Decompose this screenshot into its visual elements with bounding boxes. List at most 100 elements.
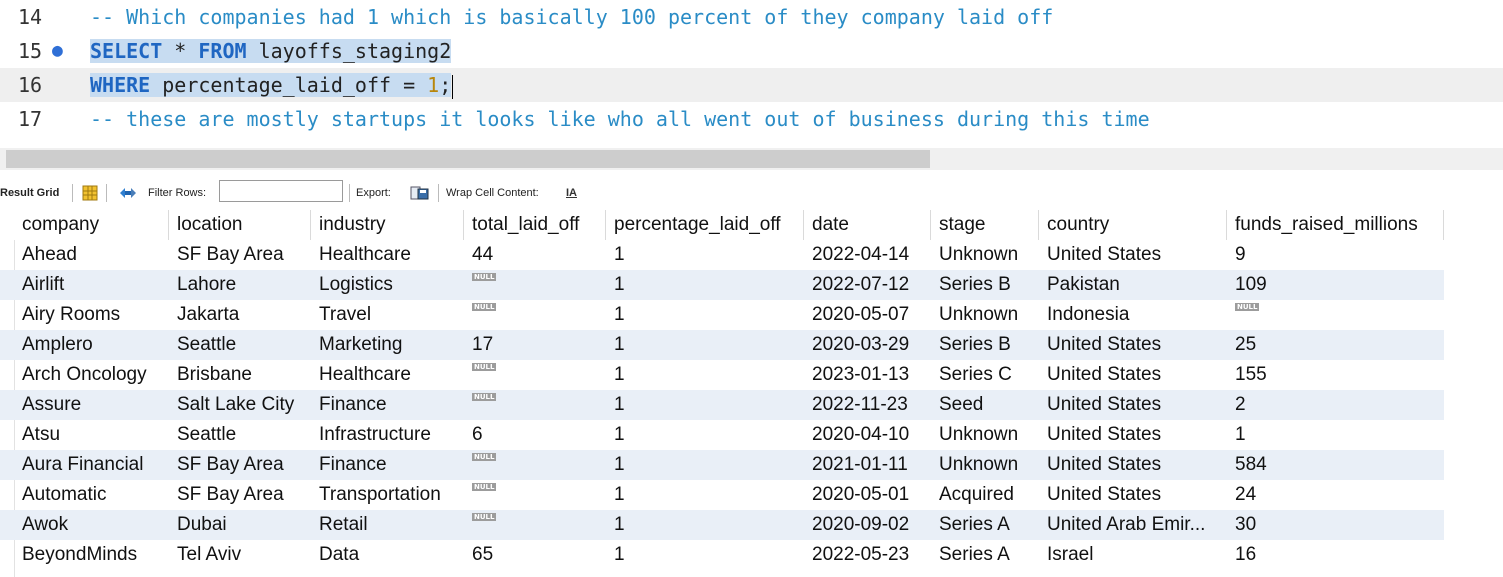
- cell-date[interactable]: 2020-09-02: [804, 510, 931, 540]
- table-row[interactable]: Airy Rooms Jakarta Travel NULL 1 2020-05-07 Un…: [0, 300, 1444, 330]
- cell-stage[interactable]: Series C: [931, 360, 1039, 390]
- selected-code[interactable]: -- these are mostly startups it looks li…: [90, 107, 1150, 131]
- cell-stage[interactable]: Series A: [931, 510, 1039, 540]
- cell-date[interactable]: 2020-03-29: [804, 330, 931, 360]
- cell-date[interactable]: 2022-04-14: [804, 240, 931, 270]
- cell-total-laid-off[interactable]: 65: [464, 540, 606, 570]
- cell-company[interactable]: Assure: [14, 390, 169, 420]
- cell-country[interactable]: United States: [1039, 420, 1227, 450]
- cell-stage[interactable]: Unknown: [931, 300, 1039, 330]
- cell-date[interactable]: 2020-05-01: [804, 480, 931, 510]
- column-header-funds-raised-millions[interactable]: funds_raised_millions: [1227, 210, 1444, 240]
- cell-industry[interactable]: Retail: [311, 510, 464, 540]
- cell-location[interactable]: Salt Lake City: [169, 390, 311, 420]
- table-row[interactable]: Ahead SF Bay Area Healthcare 44 1 2022-04-14 U…: [0, 240, 1444, 270]
- cell-total-laid-off[interactable]: 6: [464, 420, 606, 450]
- cell-funds-raised-millions[interactable]: 24: [1227, 480, 1444, 510]
- cell-industry[interactable]: Finance: [311, 390, 464, 420]
- table-row[interactable]: Atsu Seattle Infrastructure 6 1 2020-04-10 Unk…: [0, 420, 1444, 450]
- column-header-company[interactable]: company: [14, 210, 169, 240]
- cell-total-laid-off[interactable]: NULL: [464, 480, 606, 510]
- cell-date[interactable]: 2021-01-11: [804, 450, 931, 480]
- cell-percentage-laid-off[interactable]: 1: [606, 330, 804, 360]
- table-row[interactable]: Awok Dubai Retail NULL 1 2020-09-02 Series A Un…: [0, 510, 1444, 540]
- cell-funds-raised-millions[interactable]: 1: [1227, 420, 1444, 450]
- cell-company[interactable]: Automatic: [14, 480, 169, 510]
- selected-code[interactable]: WHERE percentage_laid_off = 1;: [90, 73, 452, 97]
- cell-country[interactable]: United Arab Emir...: [1039, 510, 1227, 540]
- cell-percentage-laid-off[interactable]: 1: [606, 270, 804, 300]
- cell-percentage-laid-off[interactable]: 1: [606, 450, 804, 480]
- cell-total-laid-off[interactable]: NULL: [464, 510, 606, 540]
- cell-location[interactable]: SF Bay Area: [169, 480, 311, 510]
- cell-funds-raised-millions[interactable]: 25: [1227, 330, 1444, 360]
- cell-funds-raised-millions[interactable]: 2: [1227, 390, 1444, 420]
- export-icon[interactable]: [410, 185, 430, 201]
- code-line-16[interactable]: WHERE percentage_laid_off = 1;: [90, 68, 454, 102]
- column-header-industry[interactable]: industry: [311, 210, 464, 240]
- selected-code[interactable]: -- Which companies had 1 which is basica…: [90, 5, 1053, 29]
- cell-stage[interactable]: Unknown: [931, 420, 1039, 450]
- cell-funds-raised-millions[interactable]: 30: [1227, 510, 1444, 540]
- cell-date[interactable]: 2022-11-23: [804, 390, 931, 420]
- cell-date[interactable]: 2020-05-07: [804, 300, 931, 330]
- cell-stage[interactable]: Acquired: [931, 480, 1039, 510]
- cell-location[interactable]: SF Bay Area: [169, 450, 311, 480]
- result-grid[interactable]: company location industry total_laid_off per…: [0, 210, 1503, 577]
- table-row[interactable]: Automatic SF Bay Area Transportation NULL 1 2…: [0, 480, 1444, 510]
- cell-percentage-laid-off[interactable]: 1: [606, 360, 804, 390]
- column-header-country[interactable]: country: [1039, 210, 1227, 240]
- column-header-date[interactable]: date: [804, 210, 931, 240]
- editor-line-16[interactable]: 16 WHERE percentage_laid_off = 1;: [0, 68, 1503, 102]
- cell-company[interactable]: Atsu: [14, 420, 169, 450]
- table-row[interactable]: Amplero Seattle Marketing 17 1 2020-03-29 Seri…: [0, 330, 1444, 360]
- cell-industry[interactable]: Data: [311, 540, 464, 570]
- cell-stage[interactable]: Series B: [931, 330, 1039, 360]
- cell-location[interactable]: Tel Aviv: [169, 540, 311, 570]
- cell-country[interactable]: Israel: [1039, 540, 1227, 570]
- cell-funds-raised-millions[interactable]: 109: [1227, 270, 1444, 300]
- cell-stage[interactable]: Unknown: [931, 450, 1039, 480]
- sql-editor[interactable]: 14 -- Which companies had 1 which is bas…: [0, 0, 1503, 148]
- column-header-percentage-laid-off[interactable]: percentage_laid_off: [606, 210, 804, 240]
- cell-percentage-laid-off[interactable]: 1: [606, 300, 804, 330]
- cell-industry[interactable]: Marketing: [311, 330, 464, 360]
- code-line-17[interactable]: -- these are mostly startups it looks li…: [90, 102, 1150, 136]
- cell-total-laid-off[interactable]: NULL: [464, 360, 606, 390]
- scrollbar-thumb[interactable]: [6, 150, 930, 168]
- filter-rows-input[interactable]: [219, 180, 343, 202]
- cell-location[interactable]: Brisbane: [169, 360, 311, 390]
- cell-company[interactable]: Ahead: [14, 240, 169, 270]
- editor-line-17[interactable]: 17 -- these are mostly startups it looks…: [0, 102, 1503, 136]
- cell-location[interactable]: Dubai: [169, 510, 311, 540]
- cell-country[interactable]: United States: [1039, 330, 1227, 360]
- cell-industry[interactable]: Healthcare: [311, 240, 464, 270]
- cell-total-laid-off[interactable]: NULL: [464, 300, 606, 330]
- cell-total-laid-off[interactable]: 44: [464, 240, 606, 270]
- cell-industry[interactable]: Transportation: [311, 480, 464, 510]
- cell-country[interactable]: Indonesia: [1039, 300, 1227, 330]
- cell-country[interactable]: United States: [1039, 450, 1227, 480]
- cell-industry[interactable]: Infrastructure: [311, 420, 464, 450]
- table-row[interactable]: Aura Financial SF Bay Area Finance NULL 1 202…: [0, 450, 1444, 480]
- cell-stage[interactable]: Seed: [931, 390, 1039, 420]
- cell-funds-raised-millions[interactable]: 16: [1227, 540, 1444, 570]
- cell-industry[interactable]: Travel: [311, 300, 464, 330]
- cell-date[interactable]: 2023-01-13: [804, 360, 931, 390]
- cell-industry[interactable]: Healthcare: [311, 360, 464, 390]
- wrap-cell-icon[interactable]: IA: [566, 178, 577, 208]
- editor-horizontal-scrollbar[interactable]: [0, 148, 1503, 170]
- cell-percentage-laid-off[interactable]: 1: [606, 240, 804, 270]
- table-row[interactable]: Airlift Lahore Logistics NULL 1 2022-07-12 Ser…: [0, 270, 1444, 300]
- column-header-stage[interactable]: stage: [931, 210, 1039, 240]
- cell-location[interactable]: Seattle: [169, 330, 311, 360]
- column-header-location[interactable]: location: [169, 210, 311, 240]
- cell-country[interactable]: United States: [1039, 360, 1227, 390]
- cell-percentage-laid-off[interactable]: 1: [606, 510, 804, 540]
- cell-location[interactable]: Seattle: [169, 420, 311, 450]
- cell-company[interactable]: Arch Oncology: [14, 360, 169, 390]
- grid-view-icon[interactable]: [82, 185, 98, 201]
- cell-country[interactable]: Pakistan: [1039, 270, 1227, 300]
- cell-stage[interactable]: Series B: [931, 270, 1039, 300]
- cell-funds-raised-millions[interactable]: 155: [1227, 360, 1444, 390]
